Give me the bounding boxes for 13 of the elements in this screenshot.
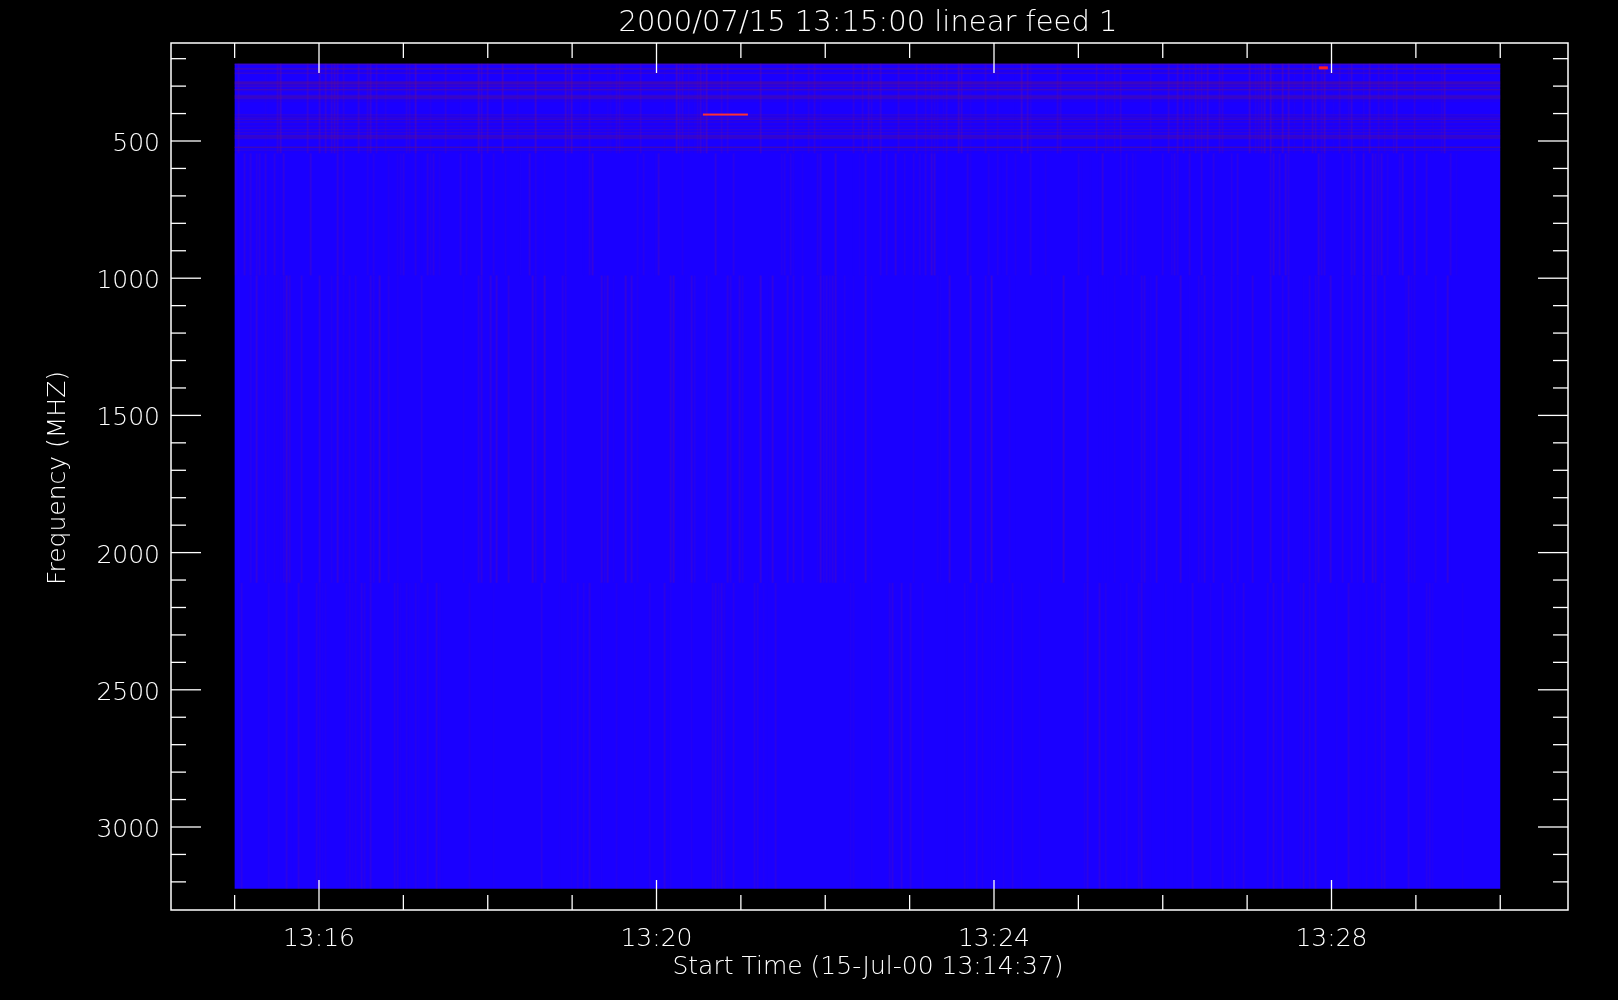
y-tick-label: 1500 [96,402,160,432]
x-tick-label: 13:16 [283,923,355,952]
y-tick-label: 1000 [96,265,160,295]
x-tick-label: 13:20 [620,923,693,952]
x-axis-label: Start Time (15-Jul-00 13:14:37) [672,951,1064,980]
y-axis-label: Frequency (MHZ) [42,370,71,586]
x-tick-label: 13:24 [958,923,1030,952]
x-tick-label: 13:28 [1295,923,1368,952]
y-tick-label: 2000 [96,539,160,569]
chart-title: 2000/07/15 13:15:00 linear feed 1 [618,4,1118,38]
y-tick-label: 3000 [96,814,160,843]
y-tick-label: 500 [112,128,160,157]
y-tick-label: 2500 [96,676,160,706]
